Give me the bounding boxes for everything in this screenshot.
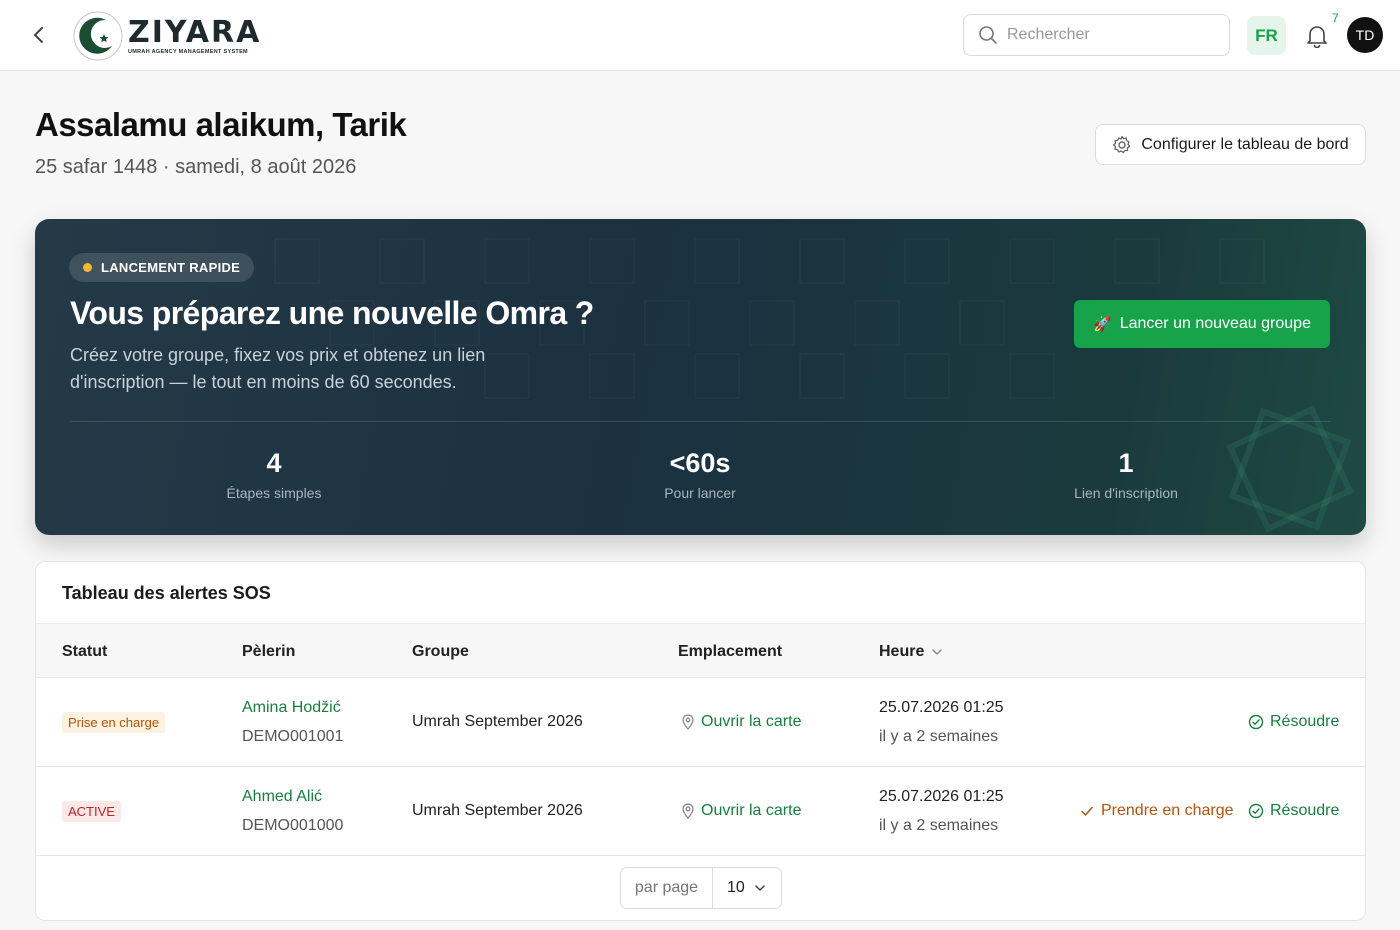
open-map-label: Ouvrir la carte	[701, 802, 802, 819]
resolve-label: Résoudre	[1270, 802, 1340, 819]
page-size-label: par page	[621, 868, 713, 908]
open-map-link[interactable]: Ouvrir la carte	[680, 802, 801, 820]
stat-label: Étapes simples	[226, 485, 322, 501]
page-size-select[interactable]: 10	[713, 868, 781, 908]
search-input[interactable]	[1007, 26, 1217, 44]
resolve-button[interactable]: Résoudre	[1248, 713, 1339, 731]
page-size-value: 10	[727, 879, 745, 896]
configure-dashboard-label: Configurer le tableau de bord	[1141, 135, 1349, 153]
group-name: Umrah September 2026	[412, 713, 583, 730]
alert-relative-time: il y a 2 semaines	[879, 817, 999, 834]
status-badge: ACTIVE	[62, 801, 121, 822]
chevron-down-icon	[755, 885, 765, 891]
stat-label: Pour lancer	[664, 485, 736, 501]
table-row: ACTIVE Ahmed Alić DEMO001000 Umrah Septe…	[36, 767, 1365, 856]
bell-icon	[1307, 26, 1327, 48]
hero-title: Vous préparez une nouvelle Omra ?	[70, 295, 594, 331]
column-time-sort[interactable]: Heure	[879, 643, 948, 661]
check-circle-icon	[1248, 714, 1264, 730]
crescent-star-icon	[73, 11, 123, 61]
stat-value: <60s	[669, 448, 731, 478]
page-size-control: par page 10	[620, 867, 782, 909]
pilgrim-name-link[interactable]: Amina Hodžić	[242, 699, 341, 717]
alert-time: 25.07.2026 01:25	[879, 699, 1004, 716]
stat-launch-time: <60s Pour lancer	[600, 448, 800, 501]
notifications-button[interactable]	[1303, 22, 1331, 50]
alert-relative-time: il y a 2 semaines	[879, 728, 999, 745]
app-logo[interactable]: ZIYARA UMRAH AGENCY MANAGEMENT SYSTEM	[72, 10, 261, 62]
take-charge-label: Prendre en charge	[1101, 802, 1234, 819]
stat-value: 4	[266, 448, 282, 478]
alert-time: 25.07.2026 01:25	[879, 788, 1004, 805]
notification-count: 7	[1332, 11, 1339, 25]
date-line: 25 safar 1448 · samedi, 8 août 2026	[35, 156, 357, 178]
status-badge: Prise en charge	[62, 712, 166, 733]
check-icon	[1081, 806, 1093, 816]
launch-new-group-button[interactable]: 🚀 Lancer un nouveau groupe	[1074, 300, 1330, 348]
column-status: Statut	[62, 643, 108, 660]
group-name: Umrah September 2026	[412, 802, 583, 819]
card-title: Tableau des alertes SOS	[62, 583, 271, 603]
pilgrim-name-link[interactable]: Ahmed Alić	[242, 788, 322, 806]
quick-launch-banner: LANCEMENT RAPIDE Vous préparez une nouve…	[35, 219, 1366, 535]
search-icon	[979, 26, 997, 44]
chevron-down-icon	[932, 649, 943, 655]
table-row: Prise en charge Amina Hodžić DEMO001001 …	[36, 678, 1365, 767]
open-map-label: Ouvrir la carte	[701, 713, 802, 730]
page-title: Assalamu alaikum, Tarik	[35, 106, 407, 143]
logo-tagline: UMRAH AGENCY MANAGEMENT SYSTEM	[128, 48, 248, 55]
pilgrim-id: DEMO001001	[242, 728, 344, 745]
hero-description: Créez votre groupe, fixez vos prix et ob…	[70, 345, 486, 392]
back-button[interactable]	[26, 22, 52, 48]
column-time-label: Heure	[879, 643, 925, 660]
launch-new-group-label: Lancer un nouveau groupe	[1119, 315, 1311, 332]
badge-label: LANCEMENT RAPIDE	[101, 260, 241, 275]
rocket-icon: 🚀	[1093, 316, 1112, 333]
table-header: Statut Pèlerin Groupe Emplacement Heure	[36, 623, 1365, 678]
column-pilgrim: Pèlerin	[242, 643, 296, 660]
resolve-label: Résoudre	[1270, 713, 1340, 730]
avatar[interactable]: TD	[1347, 17, 1383, 53]
column-location: Emplacement	[678, 643, 783, 660]
sos-alerts-card: Tableau des alertes SOS Statut Pèlerin G…	[35, 561, 1366, 921]
map-pin-icon	[682, 803, 694, 819]
take-charge-button[interactable]: Prendre en charge	[1079, 802, 1234, 820]
language-switcher[interactable]: FR	[1247, 16, 1286, 55]
gear-icon	[1113, 135, 1131, 153]
open-map-link[interactable]: Ouvrir la carte	[680, 713, 801, 731]
status-dot	[83, 263, 92, 272]
chevron-left-icon	[34, 27, 43, 43]
quick-launch-badge: LANCEMENT RAPIDE	[69, 253, 255, 282]
check-circle-icon	[1248, 803, 1264, 819]
search-box[interactable]	[963, 14, 1230, 56]
stat-link: 1 Lien d'inscription	[1026, 448, 1226, 501]
top-bar: ZIYARA UMRAH AGENCY MANAGEMENT SYSTEM FR…	[0, 0, 1400, 71]
logo-name: ZIYARA	[128, 14, 262, 50]
stat-value: 1	[1118, 448, 1134, 478]
map-pin-icon	[682, 714, 694, 730]
pilgrim-id: DEMO001000	[242, 817, 344, 834]
column-group: Groupe	[412, 643, 469, 660]
stat-steps: 4 Étapes simples	[174, 448, 374, 501]
divider	[70, 421, 1331, 422]
configure-dashboard-button[interactable]: Configurer le tableau de bord	[1095, 124, 1366, 165]
stat-label: Lien d'inscription	[1074, 485, 1178, 501]
resolve-button[interactable]: Résoudre	[1248, 802, 1339, 820]
